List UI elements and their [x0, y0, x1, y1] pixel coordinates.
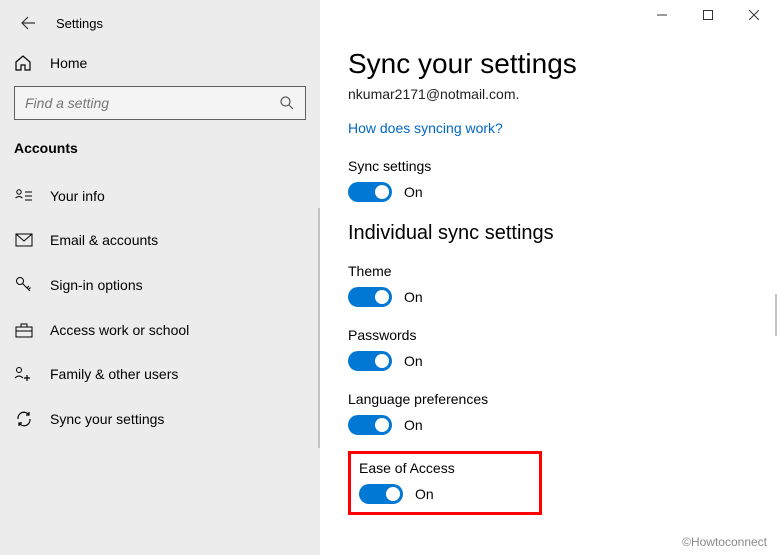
toggle-state: On: [404, 417, 423, 433]
maximize-icon: [703, 10, 713, 20]
help-link[interactable]: How does syncing work?: [348, 120, 503, 136]
sidebar-item-label: Family & other users: [50, 366, 178, 382]
window-controls: [639, 0, 777, 30]
theme-toggle[interactable]: [348, 287, 392, 307]
highlight-annotation: Ease of Access On: [348, 451, 542, 515]
toggle-state: On: [404, 289, 423, 305]
sidebar-item-family[interactable]: Family & other users: [0, 352, 320, 396]
back-button[interactable]: [14, 9, 42, 37]
sidebar-item-email[interactable]: Email & accounts: [0, 218, 320, 262]
search-input[interactable]: [25, 95, 255, 111]
mail-icon: [14, 233, 34, 247]
toggle-state: On: [404, 353, 423, 369]
family-icon: [14, 366, 34, 382]
key-icon: [14, 276, 34, 294]
account-email: nkumar2171@notmail.com.: [348, 86, 777, 102]
minimize-button[interactable]: [639, 0, 685, 30]
content-pane: Sync your settings nkumar2171@notmail.co…: [320, 0, 777, 555]
home-nav[interactable]: Home: [0, 42, 320, 84]
back-arrow-icon: [20, 15, 36, 31]
close-button[interactable]: [731, 0, 777, 30]
toggle-state: On: [415, 486, 434, 502]
language-toggle[interactable]: [348, 415, 392, 435]
minimize-icon: [657, 10, 667, 20]
sidebar-item-label: Access work or school: [50, 322, 189, 338]
search-icon: [279, 95, 295, 111]
sidebar: Settings Home Accounts Your info Email &…: [0, 0, 320, 555]
home-label: Home: [50, 55, 87, 71]
toggle-state: On: [404, 184, 423, 200]
section-title: Individual sync settings: [348, 222, 777, 245]
maximize-button[interactable]: [685, 0, 731, 30]
sidebar-item-work[interactable]: Access work or school: [0, 308, 320, 352]
sync-settings-toggle[interactable]: [348, 182, 392, 202]
ease-toggle[interactable]: [359, 484, 403, 504]
watermark: ©Howtoconnect: [682, 535, 767, 549]
close-icon: [749, 10, 759, 20]
sidebar-item-sync[interactable]: Sync your settings: [0, 396, 320, 442]
home-icon: [14, 54, 32, 72]
category-heading: Accounts: [0, 134, 320, 174]
language-label: Language preferences: [348, 391, 777, 407]
passwords-label: Passwords: [348, 327, 777, 343]
sync-settings-label: Sync settings: [348, 158, 777, 174]
sidebar-item-label: Sign-in options: [50, 277, 143, 293]
search-box[interactable]: [14, 86, 306, 120]
briefcase-icon: [14, 322, 34, 338]
page-title: Sync your settings: [348, 48, 777, 80]
sync-icon: [14, 410, 34, 428]
ease-label: Ease of Access: [359, 460, 455, 476]
sidebar-item-label: Sync your settings: [50, 411, 164, 427]
title-bar: Settings: [0, 4, 320, 42]
person-card-icon: [14, 189, 34, 203]
sidebar-item-signin[interactable]: Sign-in options: [0, 262, 320, 308]
sidebar-item-your-info[interactable]: Your info: [0, 174, 320, 218]
sidebar-item-label: Email & accounts: [50, 232, 158, 248]
sidebar-item-label: Your info: [50, 188, 105, 204]
passwords-toggle[interactable]: [348, 351, 392, 371]
window-title: Settings: [56, 16, 103, 31]
theme-label: Theme: [348, 263, 777, 279]
